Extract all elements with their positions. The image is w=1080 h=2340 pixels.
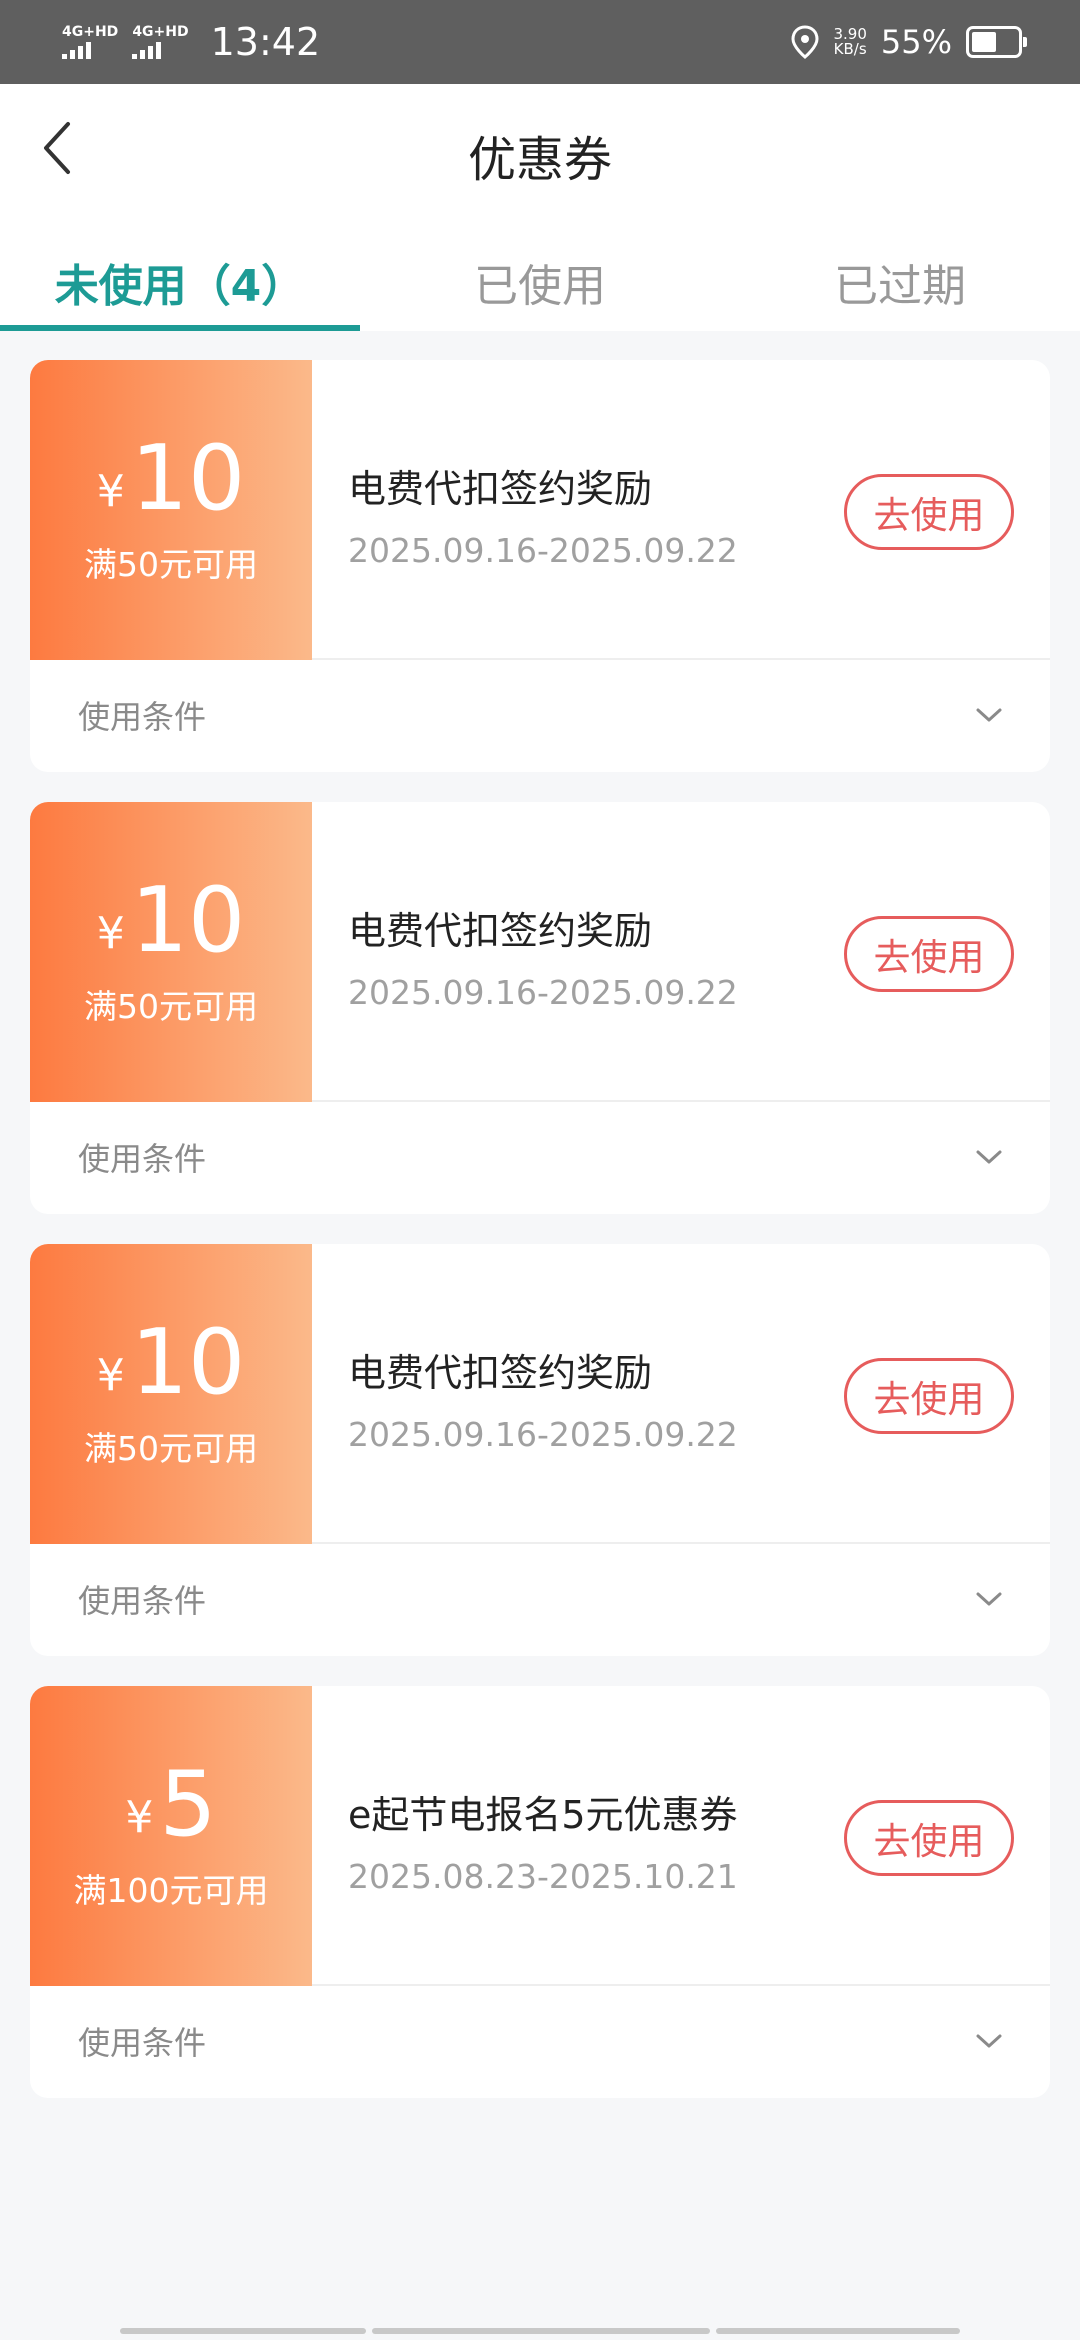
usage-conditions-toggle[interactable]: 使用条件 <box>30 1544 1050 1654</box>
chevron-down-icon <box>976 2034 1002 2048</box>
coupon-card: ¥ 10 满50元可用 电费代扣签约奖励 2025.09.16-2025.09.… <box>30 1244 1050 1656</box>
coupon-amount: 10 <box>130 426 246 531</box>
tab-expired[interactable]: 已过期 <box>720 216 1080 331</box>
coupon-amount: 5 <box>159 1752 217 1857</box>
coupon-card: ¥ 5 满100元可用 e起节电报名5元优惠券 2025.08.23-2025.… <box>30 1686 1050 2098</box>
net-speed: 3.90 KB/s <box>833 27 866 57</box>
tab-unused[interactable]: 未使用（4） <box>0 216 360 331</box>
coupon-card: ¥ 10 满50元可用 电费代扣签约奖励 2025.09.16-2025.09.… <box>30 802 1050 1214</box>
usage-conditions-label: 使用条件 <box>78 1140 207 1178</box>
currency-symbol: ¥ <box>96 908 125 959</box>
coupon-amount: 10 <box>130 868 246 973</box>
status-right: 3.90 KB/s 55% <box>791 23 1027 61</box>
location-icon <box>791 25 819 59</box>
coupon-amount-row: ¥ 10 <box>97 1318 246 1408</box>
signal-sim2: 4G+HD <box>132 24 189 59</box>
battery-percent: 55% <box>880 23 952 61</box>
coupon-threshold: 满50元可用 <box>84 545 258 584</box>
currency-symbol: ¥ <box>125 1792 154 1843</box>
usage-conditions-label: 使用条件 <box>78 698 207 736</box>
gesture-bar[interactable] <box>120 2328 960 2336</box>
usage-conditions-label: 使用条件 <box>78 2024 207 2062</box>
use-coupon-button[interactable]: 去使用 <box>844 1358 1014 1434</box>
battery-icon <box>966 26 1027 58</box>
coupon-threshold: 满100元可用 <box>73 1871 269 1910</box>
coupon-tabs: 未使用（4） 已使用 已过期 <box>0 216 1080 331</box>
usage-conditions-label: 使用条件 <box>78 1582 207 1620</box>
coupon-main: ¥ 10 满50元可用 电费代扣签约奖励 2025.09.16-2025.09.… <box>30 360 1050 660</box>
signal-sim1: 4G+HD <box>62 25 118 59</box>
coupon-main: ¥ 10 满50元可用 电费代扣签约奖励 2025.09.16-2025.09.… <box>30 1244 1050 1544</box>
status-bar: 4G+HD 4G+HD 13:42 3.90 KB/s 55% <box>0 0 1080 84</box>
tab-used[interactable]: 已使用 <box>360 216 720 331</box>
net-speed-unit: KB/s <box>833 40 867 58</box>
coupon-value-panel: ¥ 10 满50元可用 <box>30 360 312 660</box>
signal-label: 4G+HD <box>62 24 119 40</box>
coupon-threshold: 满50元可用 <box>84 987 258 1026</box>
coupon-value-panel: ¥ 10 满50元可用 <box>30 1244 312 1544</box>
coupon-threshold: 满50元可用 <box>84 1429 258 1468</box>
coupon-value-panel: ¥ 5 满100元可用 <box>30 1686 312 1986</box>
use-coupon-button[interactable]: 去使用 <box>844 1800 1014 1876</box>
usage-conditions-toggle[interactable]: 使用条件 <box>30 1102 1050 1212</box>
app-header: 优惠券 <box>0 84 1080 216</box>
signal-bars-icon <box>132 41 162 59</box>
coupon-value-panel: ¥ 10 满50元可用 <box>30 802 312 1102</box>
status-left: 4G+HD 4G+HD 13:42 <box>62 20 320 64</box>
chevron-down-icon <box>976 1592 1002 1606</box>
coupon-card: ¥ 10 满50元可用 电费代扣签约奖励 2025.09.16-2025.09.… <box>30 360 1050 772</box>
page-title: 优惠券 <box>467 132 612 188</box>
coupon-amount-row: ¥ 5 <box>125 1760 216 1850</box>
coupon-main: ¥ 5 满100元可用 e起节电报名5元优惠券 2025.08.23-2025.… <box>30 1686 1050 1986</box>
coupon-amount: 10 <box>130 1310 246 1415</box>
clock: 13:42 <box>210 20 321 64</box>
currency-symbol: ¥ <box>96 466 125 517</box>
chevron-down-icon <box>976 1150 1002 1164</box>
chevron-down-icon <box>976 708 1002 722</box>
coupon-amount-row: ¥ 10 <box>97 876 246 966</box>
coupon-list: ¥ 10 满50元可用 电费代扣签约奖励 2025.09.16-2025.09.… <box>30 360 1050 2128</box>
battery-fill <box>972 32 997 52</box>
use-coupon-button[interactable]: 去使用 <box>844 916 1014 992</box>
usage-conditions-toggle[interactable]: 使用条件 <box>30 1986 1050 2096</box>
coupon-main: ¥ 10 满50元可用 电费代扣签约奖励 2025.09.16-2025.09.… <box>30 802 1050 1102</box>
coupon-amount-row: ¥ 10 <box>97 434 246 524</box>
currency-symbol: ¥ <box>96 1350 125 1401</box>
signal-bars-icon <box>62 41 91 59</box>
use-coupon-button[interactable]: 去使用 <box>844 474 1014 550</box>
usage-conditions-toggle[interactable]: 使用条件 <box>30 660 1050 770</box>
signal-label: 4G+HD <box>132 24 189 40</box>
